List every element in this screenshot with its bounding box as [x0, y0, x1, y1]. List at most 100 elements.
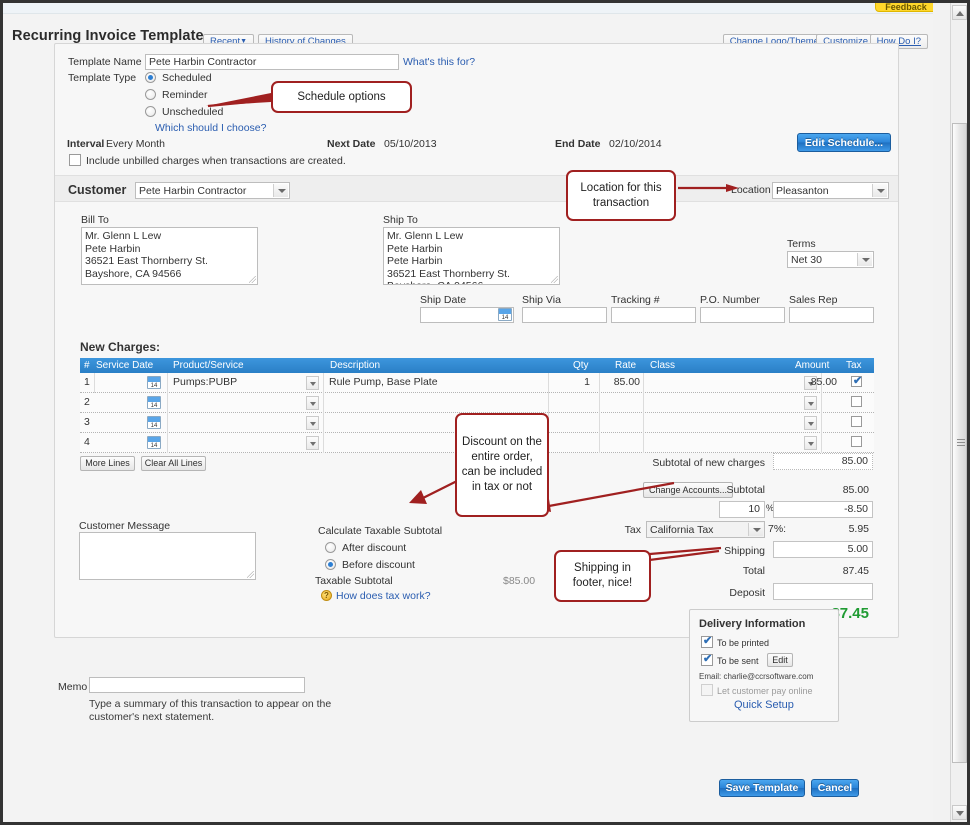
more-lines-button[interactable]: More Lines [80, 456, 135, 471]
how-does-tax-work-link[interactable]: How does tax work? [336, 590, 431, 602]
radio-before-discount-label: Before discount [342, 559, 415, 571]
delivery-information-box: Delivery Information To be printed To be… [689, 609, 839, 722]
sales-rep-input[interactable] [789, 307, 874, 323]
tax-label: Tax [624, 524, 641, 536]
save-template-button[interactable]: Save Template [719, 779, 805, 797]
customer-select-value: Pete Harbin Contractor [139, 185, 247, 197]
row-tax-checkbox[interactable] [851, 416, 862, 427]
terms-select[interactable]: Net 30 [787, 251, 874, 268]
calendar-icon[interactable]: 14 [147, 396, 161, 409]
row-amount[interactable]: 85.00 [780, 376, 837, 388]
memo-input[interactable] [89, 677, 305, 693]
row-tax-checkbox[interactable] [851, 396, 862, 407]
table-row[interactable]: 2 14 [80, 393, 874, 413]
chevron-down-icon[interactable] [748, 523, 763, 536]
row-num: 3 [84, 416, 90, 428]
annotation-schedule-options: Schedule options [271, 81, 412, 113]
customer-message-textarea[interactable] [79, 532, 256, 580]
deposit-label: Deposit [729, 587, 765, 599]
bill-to-textarea[interactable]: Mr. Glenn L Lew Pete Harbin 36521 East T… [81, 227, 258, 285]
vertical-scrollbar[interactable] [950, 3, 967, 822]
pay-online-checkbox[interactable] [701, 684, 713, 696]
calendar-icon[interactable]: 14 [147, 416, 161, 429]
scroll-down-button[interactable] [952, 805, 967, 820]
tracking-input[interactable] [611, 307, 696, 323]
shipping-label: Shipping [724, 545, 765, 557]
po-number-input[interactable] [700, 307, 785, 323]
deposit-input[interactable] [773, 583, 873, 600]
shipping-input[interactable]: 5.00 [773, 541, 873, 558]
radio-unscheduled-label: Unscheduled [162, 106, 224, 118]
next-date-label: Next Date [327, 138, 376, 150]
discount-percent-input[interactable]: 10 [719, 501, 765, 518]
radio-reminder[interactable] [145, 89, 156, 100]
cancel-button[interactable]: Cancel [811, 779, 859, 797]
radio-scheduled-label: Scheduled [162, 72, 212, 84]
whats-this-for-link[interactable]: What's this for? [403, 56, 475, 68]
row-product-dropdown[interactable] [306, 416, 319, 430]
col-qty: Qty [573, 360, 589, 371]
taxable-subtotal-label: Taxable Subtotal [315, 575, 393, 587]
radio-unscheduled[interactable] [145, 106, 156, 117]
tax-select-value: California Tax [650, 524, 714, 536]
annotation-location: Location for this transaction [566, 170, 676, 221]
radio-after-discount[interactable] [325, 542, 336, 553]
chevron-down-icon[interactable] [857, 253, 872, 266]
customer-select[interactable]: Pete Harbin Contractor [135, 182, 290, 199]
edit-email-button[interactable]: Edit [767, 653, 793, 667]
include-unbilled-checkbox[interactable] [69, 154, 81, 166]
row-tax-checkbox[interactable] [851, 374, 862, 387]
clear-all-lines-button[interactable]: Clear All Lines [141, 456, 206, 471]
include-unbilled-label: Include unbilled charges when transactio… [86, 155, 346, 167]
interval-label: Interval [67, 138, 105, 150]
row-product-dropdown[interactable] [306, 376, 319, 390]
calendar-icon[interactable]: 14 [147, 436, 161, 449]
to-be-printed-checkbox[interactable] [701, 634, 713, 648]
annotation-discount: Discount on the entire order, can be inc… [455, 413, 549, 517]
row-product-dropdown[interactable] [306, 436, 319, 450]
end-date-value: 02/10/2014 [609, 138, 662, 150]
feedback-tab[interactable]: Feedback [875, 3, 933, 12]
tax-select[interactable]: California Tax [646, 521, 765, 538]
row-product-dropdown[interactable] [306, 396, 319, 410]
chevron-down-icon[interactable] [872, 184, 887, 197]
col-product-service: Product/Service [173, 360, 244, 371]
row-product[interactable]: Pumps:PUBP [173, 376, 237, 388]
ship-date-input[interactable]: 14 [420, 307, 514, 323]
tracking-label: Tracking # [611, 294, 660, 306]
ship-date-label: Ship Date [420, 294, 467, 306]
location-select[interactable]: Pleasanton [772, 182, 889, 199]
template-name-label: Template Name [68, 56, 142, 68]
chevron-down-icon[interactable] [273, 184, 288, 197]
scroll-up-button[interactable] [952, 5, 967, 20]
row-class-dropdown[interactable] [804, 396, 817, 410]
row-tax-checkbox[interactable] [851, 436, 862, 447]
which-should-i-choose-link[interactable]: Which should I choose? [155, 122, 266, 134]
quick-setup-link[interactable]: Quick Setup [734, 699, 794, 711]
table-row[interactable]: 1 14 Pumps:PUBP Rule Pump, Base Plate 1 … [80, 373, 874, 393]
row-num: 4 [84, 436, 90, 448]
screenshot-root: Feedback Recurring Invoice Template Rece… [0, 0, 970, 825]
ship-to-label: Ship To [383, 214, 418, 226]
calc-taxable-subtotal-heading: Calculate Taxable Subtotal [318, 525, 443, 537]
edit-schedule-button[interactable]: Edit Schedule... [797, 133, 891, 152]
scrollbar-thumb[interactable] [952, 123, 967, 763]
row-description[interactable]: Rule Pump, Base Plate [329, 376, 438, 388]
row-rate[interactable]: 85.00 [600, 376, 640, 388]
main-form-panel: Template Name What's this for? Template … [54, 43, 899, 638]
row-num: 2 [84, 396, 90, 408]
calendar-icon[interactable]: 14 [498, 308, 512, 321]
radio-scheduled[interactable] [145, 72, 156, 83]
col-class: Class [650, 360, 676, 371]
calendar-icon[interactable]: 14 [147, 376, 161, 389]
radio-before-discount[interactable] [325, 559, 336, 570]
discount-amount-value: -8.50 [773, 501, 873, 518]
template-name-input[interactable] [145, 54, 399, 70]
ship-via-input[interactable] [522, 307, 607, 323]
row-qty[interactable]: 1 [560, 376, 590, 388]
to-be-sent-checkbox[interactable] [701, 652, 713, 666]
help-icon[interactable]: ? [321, 590, 332, 601]
row-class-dropdown[interactable] [804, 436, 817, 450]
ship-to-textarea[interactable]: Mr. Glenn L Lew Pete Harbin Pete Harbin … [383, 227, 560, 285]
row-class-dropdown[interactable] [804, 416, 817, 430]
